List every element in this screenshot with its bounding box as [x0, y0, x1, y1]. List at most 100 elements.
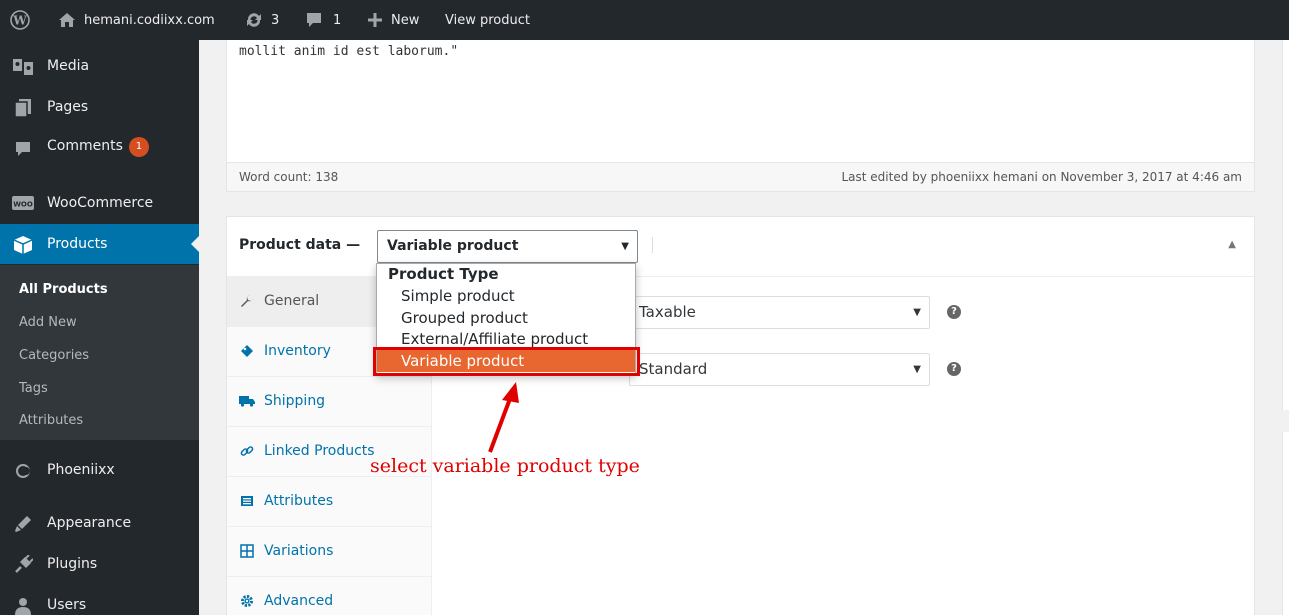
menu-label-woocommerce: WooCommerce [47, 195, 154, 211]
inventory-icon [239, 343, 255, 359]
tax-status-help-icon[interactable]: ? [947, 305, 961, 319]
tax-status-select[interactable]: Taxable ▼ [629, 296, 930, 329]
products-submenu: All Products Add New Categories Tags Att… [0, 265, 199, 440]
tab-advanced[interactable]: Advanced [227, 577, 432, 615]
last-edited-info: Last edited by phoeniixx hemani on Novem… [841, 170, 1242, 184]
comments-count: 1 [333, 12, 342, 28]
word-count: Word count: 138 [239, 170, 339, 184]
dropdown-group-label: Product Type [388, 265, 499, 283]
grid-icon [239, 543, 255, 559]
annotation-arrow [488, 382, 519, 453]
menu-label-products: Products [47, 236, 108, 252]
home-icon [58, 12, 76, 28]
tax-status-value: Taxable [639, 303, 696, 321]
tax-status-caret-icon: ▼ [913, 307, 921, 318]
plugins-icon [12, 554, 34, 576]
submenu-all-products[interactable]: All Products [19, 282, 108, 297]
menu-item-users[interactable]: Users [0, 585, 199, 615]
tab-shipping[interactable]: Shipping [227, 377, 432, 427]
publish-panel-edge [1282, 40, 1289, 410]
option-external-affiliate-product[interactable]: External/Affiliate product [401, 330, 588, 348]
view-product-link[interactable]: View product [445, 0, 530, 40]
tax-class-value: Standard [639, 360, 708, 378]
tab-linked-products-label: Linked Products [264, 443, 375, 459]
wordpress-logo-icon[interactable]: W [10, 0, 30, 40]
comments-link[interactable]: 1 [305, 0, 341, 40]
menu-item-media[interactable]: Media [0, 46, 199, 86]
menu-label-users: Users [47, 597, 87, 613]
svg-text:W: W [12, 14, 27, 28]
panel-toggle-icon[interactable]: ▲ [1228, 239, 1236, 250]
comment-bubble-icon [305, 12, 323, 28]
product-type-selected-value: Variable product [387, 238, 519, 254]
list-icon [239, 493, 255, 509]
tab-inventory-label: Inventory [264, 343, 331, 359]
tax-class-caret-icon: ▼ [913, 364, 921, 375]
admin-bar: W hemani.codiixx.com 3 1 New View produc… [0, 0, 1289, 40]
submenu-attributes[interactable]: Attributes [19, 413, 83, 428]
menu-item-comments[interactable]: Comments 1 [0, 128, 199, 168]
tax-class-select[interactable]: Standard ▼ [629, 353, 930, 386]
menu-item-pages[interactable]: Pages [0, 87, 199, 127]
users-icon [12, 595, 34, 615]
truck-icon [239, 393, 255, 409]
plus-icon [368, 13, 382, 27]
wrench-icon [239, 293, 255, 309]
new-content-link[interactable]: New [368, 0, 419, 40]
woocommerce-icon: WOO [12, 193, 34, 215]
dropdown-caret-icon: ▼ [621, 241, 629, 252]
link-icon [239, 443, 255, 459]
media-icon [12, 56, 34, 78]
admin-menu: Media Pages Comments 1 WOO WooCommerce Pr… [0, 40, 199, 615]
submenu-categories[interactable]: Categories [19, 348, 89, 363]
tab-attributes[interactable]: Attributes [227, 477, 432, 527]
header-separator [652, 237, 653, 253]
site-name-link[interactable]: hemani.codiixx.com [58, 0, 215, 40]
tax-class-help-icon[interactable]: ? [947, 362, 961, 376]
editor-content-text[interactable]: mollit anim id est laborum." [239, 44, 458, 59]
annotation-text: select variable product type [370, 455, 640, 477]
submenu-add-new[interactable]: Add New [19, 315, 77, 330]
gear-icon [239, 593, 255, 609]
phoeniixx-icon [12, 460, 34, 482]
updates-count: 3 [271, 12, 280, 28]
editor-status-bar: Word count: 138 Last edited by phoeniixx… [227, 162, 1254, 191]
product-data-title: Product data — [239, 237, 361, 253]
highlight-box [373, 347, 640, 376]
option-grouped-product[interactable]: Grouped product [401, 309, 528, 327]
updates-icon [245, 11, 263, 29]
tab-attributes-label: Attributes [264, 493, 334, 509]
tab-shipping-label: Shipping [264, 393, 326, 409]
svg-text:WOO: WOO [13, 201, 33, 209]
comments-badge: 1 [128, 137, 149, 157]
menu-label-comments: Comments 1 [47, 137, 149, 158]
menu-label-plugins: Plugins [47, 556, 98, 572]
tab-variations[interactable]: Variations [227, 527, 432, 577]
new-label: New [391, 12, 420, 28]
menu-item-woocommerce[interactable]: WOO WooCommerce [0, 183, 199, 223]
menu-item-plugins[interactable]: Plugins [0, 544, 199, 584]
products-icon [12, 234, 34, 256]
menu-item-products[interactable]: Products [0, 224, 199, 264]
menu-label-phoeniixx: Phoeniixx [47, 462, 115, 478]
pages-icon [12, 97, 34, 119]
tab-general-label: General [264, 293, 320, 309]
menu-item-appearance[interactable]: Appearance [0, 503, 199, 543]
menu-label-media: Media [47, 58, 90, 74]
option-simple-product[interactable]: Simple product [401, 287, 515, 305]
submenu-tags[interactable]: Tags [19, 381, 48, 396]
product-type-select[interactable]: Variable product ▼ [377, 230, 638, 263]
menu-label-pages: Pages [47, 99, 89, 115]
menu-item-phoeniixx[interactable]: Phoeniixx [0, 450, 199, 490]
menu-label-appearance: Appearance [47, 515, 132, 531]
view-product-label: View product [445, 12, 530, 28]
comments-icon [12, 138, 34, 160]
content-editor: mollit anim id est laborum." Word count:… [226, 40, 1255, 192]
tab-advanced-label: Advanced [264, 593, 334, 609]
tab-variations-label: Variations [264, 543, 334, 559]
appearance-icon [12, 513, 34, 535]
sidebar-panel-edge [1282, 432, 1289, 615]
menu-label-comments-text: Comments [47, 138, 123, 154]
updates-link[interactable]: 3 [245, 0, 279, 40]
site-name-label: hemani.codiixx.com [84, 12, 215, 28]
